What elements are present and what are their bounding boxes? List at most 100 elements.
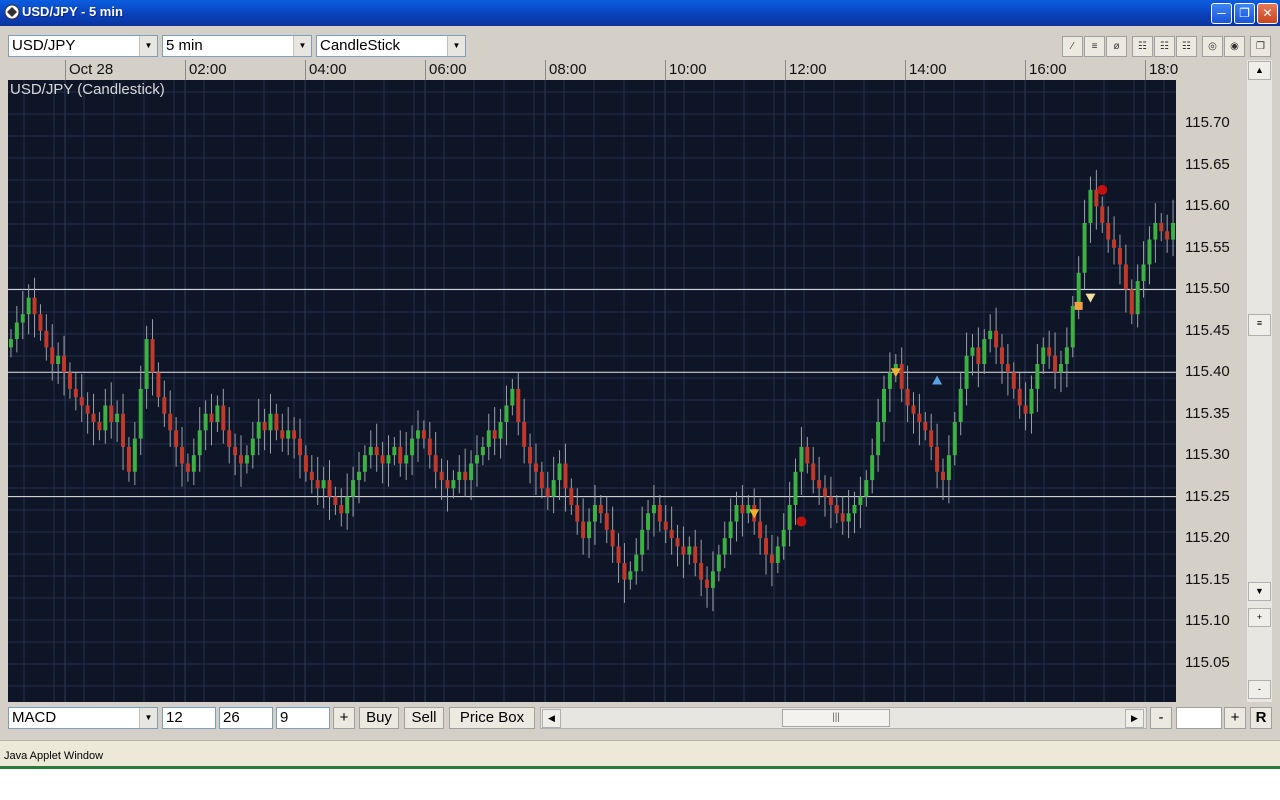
grid-dense-icon[interactable]: ☷ [1154, 36, 1175, 57]
vertical-scrollbar[interactable]: ▲ ≡ ▼ + - [1247, 60, 1272, 702]
fibonacci-icon[interactable]: ø [1106, 36, 1127, 57]
candle-body [91, 413, 96, 423]
macd-slow-input[interactable]: 26 [219, 707, 273, 729]
candle-body [616, 546, 621, 564]
candle-body [150, 339, 155, 373]
scroll-down-icon[interactable]: ▼ [1248, 582, 1271, 601]
chevron-down-icon[interactable]: ▼ [447, 36, 465, 56]
maximize-button[interactable]: ❐ [1234, 3, 1255, 24]
candle-body [73, 388, 78, 398]
horizontal-line-icon[interactable]: ≡ [1084, 36, 1105, 57]
horizontal-scrollbar[interactable]: ◀ ||| ▶ [540, 707, 1147, 729]
time-tick-label: 02:00 [185, 60, 227, 80]
candle-body [209, 413, 214, 423]
sell-button[interactable]: Sell [404, 707, 444, 729]
price-axis: 115.70 115.65 115.60 115.55 115.50 115.45 115.… [1176, 80, 1246, 702]
scroll-left-icon[interactable]: ◀ [542, 709, 561, 728]
candle-body [988, 330, 993, 340]
add-indicator-button[interactable]: + [333, 707, 355, 729]
settings-icon[interactable]: ◉ [1224, 36, 1245, 57]
time-tick-label: 08:00 [545, 60, 587, 80]
candle-body [823, 488, 828, 497]
zoom-in-time-button[interactable]: + [1224, 707, 1246, 729]
candle-body [333, 496, 338, 505]
buy-button[interactable]: Buy [359, 707, 399, 729]
candle-body [298, 438, 302, 456]
candle-body [793, 471, 798, 505]
candle-body [474, 455, 479, 464]
chart-type-select[interactable]: CandleStick ▼ [316, 35, 466, 57]
chevron-down-icon[interactable]: ▼ [293, 36, 311, 56]
candle-body [787, 504, 792, 530]
candle-body [940, 471, 945, 481]
candle-body [657, 504, 662, 522]
candle-body [85, 405, 90, 414]
candle-body [775, 546, 780, 564]
candle-body [646, 513, 651, 530]
grid-icon[interactable]: ☷ [1132, 36, 1153, 57]
price-tick-label: 115.60 [1185, 197, 1230, 215]
candle-body [174, 430, 179, 447]
candle-body [870, 455, 875, 481]
chevron-down-icon[interactable]: ▼ [139, 708, 157, 728]
symbol-select[interactable]: USD/JPY ▼ [8, 35, 158, 57]
scroll-thumb[interactable]: ||| [782, 709, 890, 727]
price-box-button[interactable]: Price Box [449, 707, 535, 729]
zoom-in-button[interactable]: + [1248, 608, 1271, 627]
candle-body [321, 480, 326, 489]
grid-table-icon[interactable]: ☷ [1176, 36, 1197, 57]
candle-body [463, 471, 468, 481]
chart-label: USD/JPY (Candlestick) [10, 81, 165, 98]
macd-fast-input[interactable]: 12 [162, 707, 216, 729]
candle-body [805, 446, 810, 464]
candle-body [1070, 305, 1075, 348]
reset-button[interactable]: R [1250, 707, 1272, 729]
draw-line-icon[interactable]: ⁄ [1062, 36, 1083, 57]
detach-icon[interactable]: ❐ [1250, 36, 1271, 57]
minimize-button[interactable]: ─ [1211, 3, 1232, 24]
candlestick-chart[interactable] [8, 80, 1176, 702]
candle-body [622, 563, 627, 580]
candle-body [864, 480, 869, 497]
candle-body [292, 430, 297, 439]
candle-body [634, 554, 639, 572]
close-button[interactable]: ✕ [1257, 3, 1278, 24]
candle-body [781, 529, 786, 547]
interval-select[interactable]: 5 min ▼ [162, 35, 312, 57]
candle-body [469, 463, 474, 481]
candle-body [510, 388, 515, 406]
candle-body [274, 413, 279, 431]
candle-body [834, 504, 839, 514]
candle-body [227, 430, 232, 447]
target-icon[interactable]: ◎ [1202, 36, 1223, 57]
macd-signal-input[interactable]: 9 [276, 707, 330, 729]
chevron-down-icon[interactable]: ▼ [139, 36, 157, 56]
candle-body [581, 521, 586, 539]
candle-body [356, 471, 361, 481]
zoom-out-time-button[interactable]: - [1150, 707, 1172, 729]
candle-body [858, 496, 863, 505]
candle-body [1094, 189, 1099, 207]
indicator-select[interactable]: MACD ▼ [8, 707, 158, 729]
candle-body [62, 355, 67, 373]
candle-body [687, 546, 692, 555]
candle-body [309, 471, 314, 481]
candle-body [79, 397, 84, 406]
candle-body [103, 405, 108, 431]
time-tick-label: 10:00 [665, 60, 707, 80]
candle-body [56, 355, 61, 364]
candle-body [256, 422, 261, 439]
app-icon [4, 4, 20, 20]
candle-body [758, 521, 763, 539]
scroll-up-icon[interactable]: ▲ [1248, 61, 1271, 80]
candle-body [162, 397, 167, 414]
candle-body [280, 430, 285, 439]
candle-body [121, 413, 126, 447]
scroll-right-icon[interactable]: ▶ [1125, 709, 1144, 728]
zoom-out-button[interactable]: - [1248, 680, 1271, 699]
scroll-thumb[interactable]: ≡ [1248, 314, 1271, 336]
candle-body [663, 521, 668, 530]
candle-body [268, 413, 273, 431]
candle-body [952, 422, 957, 456]
zoom-slider[interactable] [1176, 707, 1222, 729]
